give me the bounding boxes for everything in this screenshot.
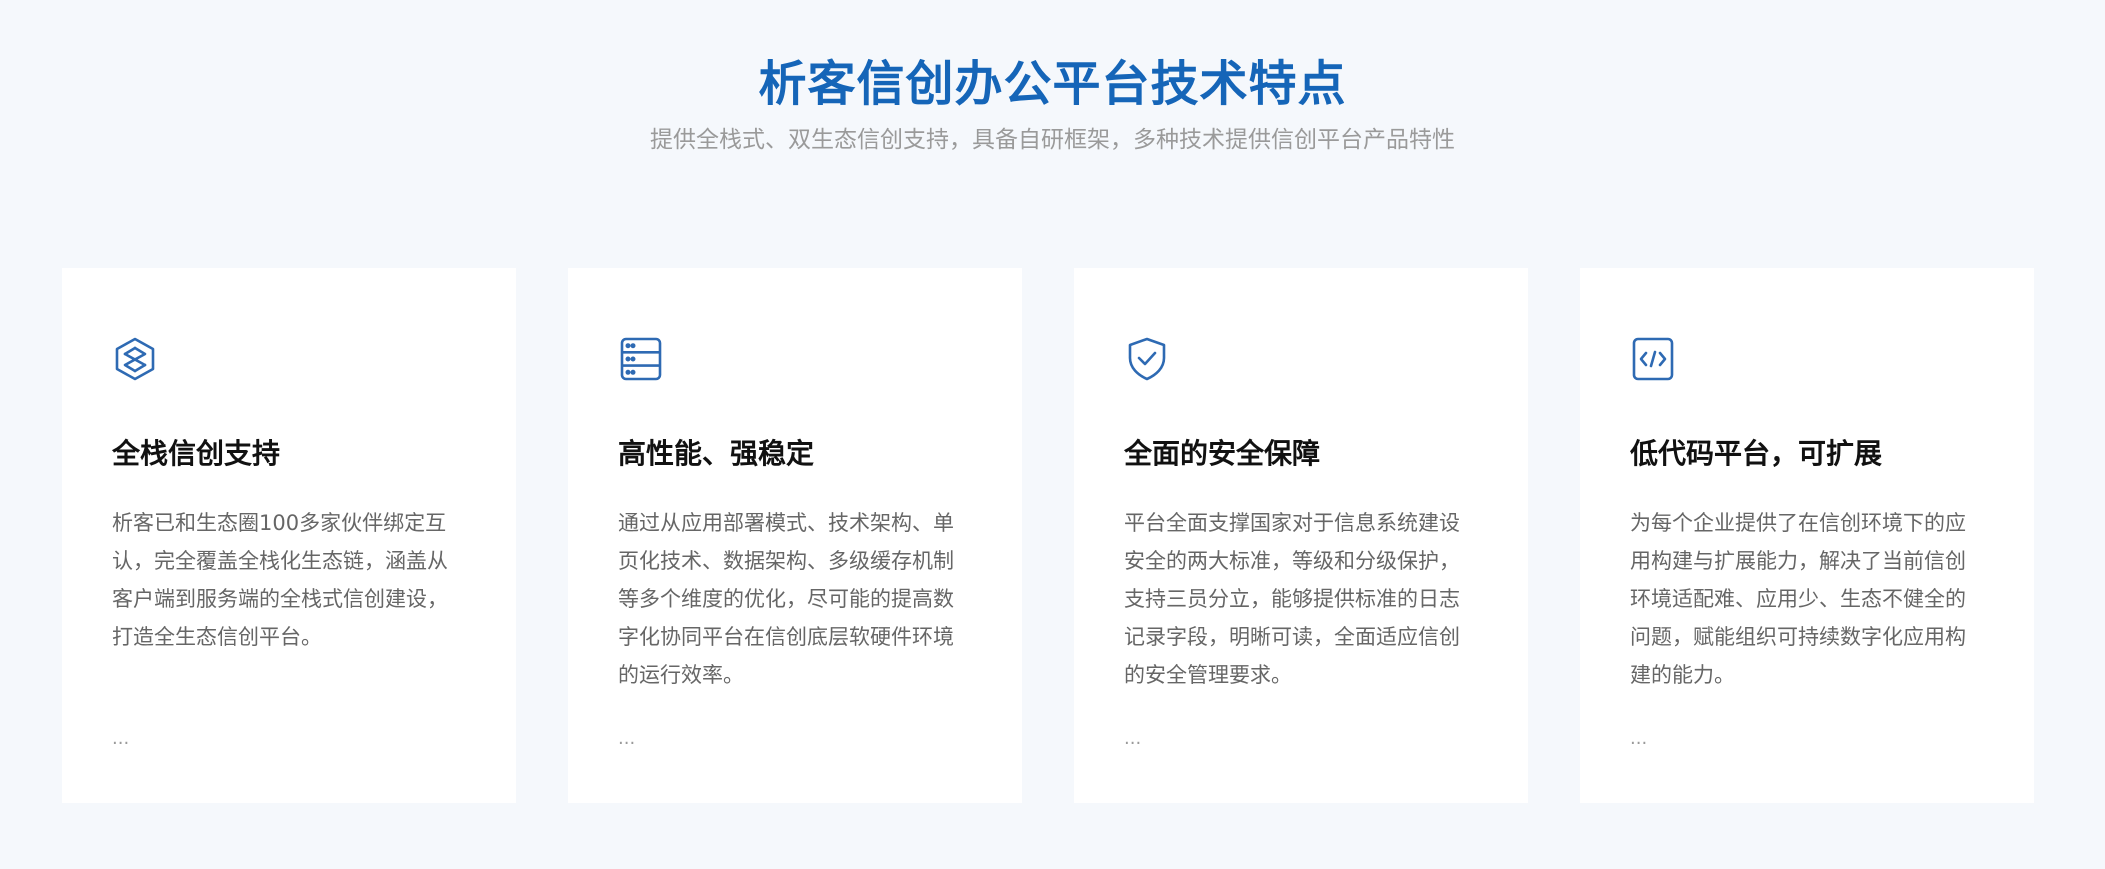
- card-title: 全面的安全保障: [1124, 437, 1321, 470]
- shield-check-icon: [1124, 336, 1170, 382]
- more-link[interactable]: ...: [112, 728, 129, 749]
- page-title: 析客信创办公平台技术特点: [758, 56, 1347, 112]
- page-subtitle: 提供全栈式、双生态信创支持，具备自研框架，多种技术提供信创平台产品特性: [650, 127, 1455, 153]
- card-description: 析客已和生态圈100多家伙伴绑定互认，完全覆盖全栈化生态链，涵盖从客户端到服务端…: [112, 511, 448, 649]
- feature-card-performance: 高性能、强稳定 通过从应用部署模式、技术架构、单页化技术、数据架构、多级缓存机制…: [568, 268, 1022, 803]
- more-link[interactable]: ...: [1630, 728, 1647, 749]
- feature-card-low-code: 低代码平台，可扩展 为每个企业提供了在信创环境下的应用构建与扩展能力，解决了当前…: [1580, 268, 2034, 803]
- layers-cube-icon: [112, 336, 158, 382]
- section-header: 析客信创办公平台技术特点 提供全栈式、双生态信创支持，具备自研框架，多种技术提供…: [0, 50, 2105, 156]
- code-icon: [1630, 336, 1676, 382]
- feature-card-full-stack: 全栈信创支持 析客已和生态圈100多家伙伴绑定互认，完全覆盖全栈化生态链，涵盖从…: [62, 268, 516, 803]
- card-description: 平台全面支撑国家对于信息系统建设安全的两大标准，等级和分级保护，支持三员分立，能…: [1124, 511, 1460, 687]
- server-icon: [618, 336, 664, 382]
- card-description: 通过从应用部署模式、技术架构、单页化技术、数据架构、多级缓存机制等多个维度的优化…: [618, 511, 954, 687]
- feature-cards: 全栈信创支持 析客已和生态圈100多家伙伴绑定互认，完全覆盖全栈化生态链，涵盖从…: [62, 268, 2034, 803]
- card-title: 高性能、强稳定: [618, 437, 815, 470]
- card-description: 为每个企业提供了在信创环境下的应用构建与扩展能力，解决了当前信创环境适配难、应用…: [1630, 511, 1966, 687]
- more-link[interactable]: ...: [618, 728, 635, 749]
- card-title: 低代码平台，可扩展: [1630, 437, 1883, 470]
- more-link[interactable]: ...: [1124, 728, 1141, 749]
- feature-card-security: 全面的安全保障 平台全面支撑国家对于信息系统建设安全的两大标准，等级和分级保护，…: [1074, 268, 1528, 803]
- card-title: 全栈信创支持: [112, 437, 281, 470]
